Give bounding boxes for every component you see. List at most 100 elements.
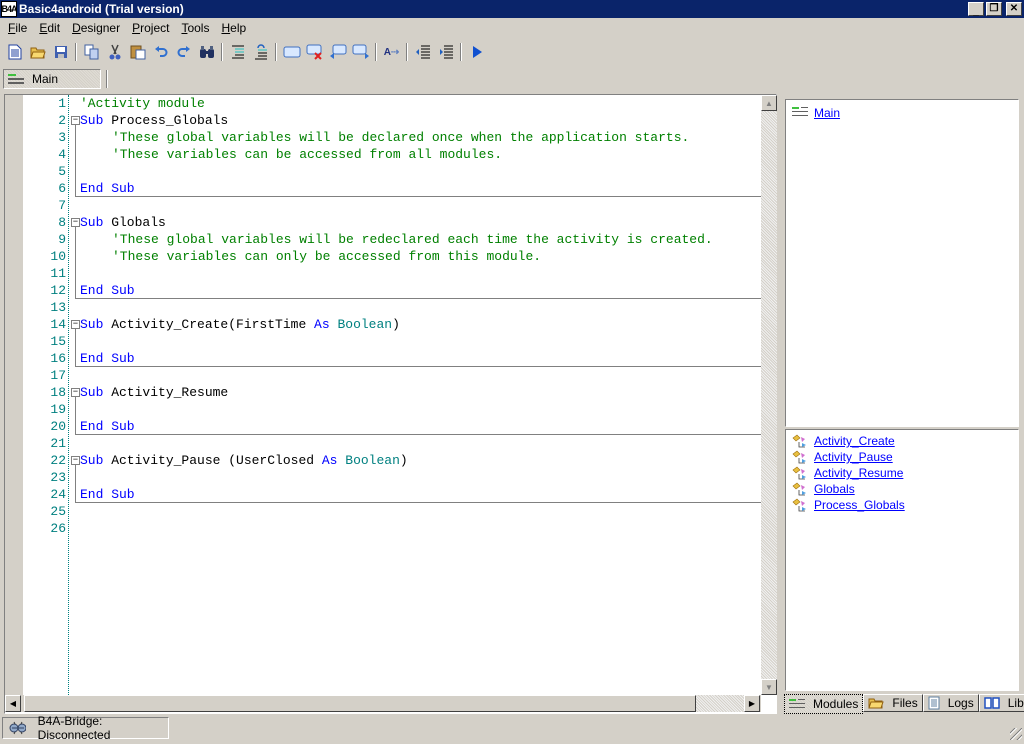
- autocomplete-button[interactable]: A⇢: [380, 41, 403, 63]
- code-line[interactable]: 'These variables can be accessed from al…: [112, 146, 502, 163]
- arrow-left-icon: ◀: [9, 699, 17, 708]
- menu-tools[interactable]: Tools: [175, 21, 215, 35]
- comment-button[interactable]: [226, 41, 249, 63]
- sub-separator: [75, 502, 761, 503]
- horizontal-scroll-thumb[interactable]: [24, 695, 696, 712]
- code-line[interactable]: End Sub: [80, 282, 135, 299]
- code-editor[interactable]: 1 2 3 4 5 6 7 8 9 10 11 12 13 14 15 16 17 18 19 20 21 22 23 24 2…: [4, 94, 777, 714]
- code-line[interactable]: End Sub: [80, 486, 135, 503]
- minimize-button[interactable]: _: [968, 2, 984, 16]
- run-icon: [472, 46, 482, 58]
- menu-designer[interactable]: Designer: [66, 21, 126, 35]
- code-line[interactable]: End Sub: [80, 180, 135, 197]
- code-line[interactable]: Sub Activity_Pause (UserClosed As Boolea…: [80, 452, 408, 469]
- menu-file[interactable]: File: [2, 21, 33, 35]
- tab-modules[interactable]: Modules: [784, 694, 864, 714]
- code-line[interactable]: 'These global variables will be redeclar…: [112, 231, 713, 248]
- line-number: 26: [50, 521, 66, 536]
- sub-link[interactable]: Activity_Create: [814, 434, 895, 448]
- log-icon: [928, 696, 940, 710]
- fold-line: [75, 227, 76, 299]
- bookmark-button[interactable]: [280, 41, 303, 63]
- horizontal-scroll-track[interactable]: [696, 695, 744, 712]
- code-line[interactable]: 'These variables can only be accessed fr…: [112, 248, 541, 265]
- code-line[interactable]: End Sub: [80, 350, 135, 367]
- book-icon: [983, 697, 1000, 709]
- paste-button[interactable]: [126, 41, 149, 63]
- remove-bookmark-button[interactable]: [303, 41, 326, 63]
- scroll-down-button[interactable]: ▼: [761, 679, 777, 695]
- scroll-right-button[interactable]: ▶: [744, 695, 760, 712]
- fold-line: [75, 329, 76, 367]
- module-link[interactable]: Main: [814, 106, 840, 120]
- menu-edit[interactable]: Edit: [33, 21, 66, 35]
- line-numbers: 1 2 3 4 5 6 7 8 9 10 11 12 13 14 15 16 17 18 19 20 21 22 23 24 2…: [23, 95, 69, 695]
- code-line[interactable]: Sub Globals: [80, 214, 166, 231]
- code-area[interactable]: 'Activity module Sub Process_Globals − 'The…: [69, 95, 761, 695]
- toolbar-separator: [275, 43, 277, 61]
- tab-label: Files: [892, 696, 918, 710]
- line-number: 12: [50, 283, 66, 298]
- indent-button[interactable]: [434, 41, 457, 63]
- code-line[interactable]: End Sub: [80, 418, 135, 435]
- undo-button[interactable]: [149, 41, 172, 63]
- sub-link[interactable]: Activity_Pause: [814, 450, 893, 464]
- sub-separator: [75, 196, 761, 197]
- previous-bookmark-button[interactable]: [326, 41, 349, 63]
- module-list-item[interactable]: Main: [786, 105, 1018, 121]
- keyword: End Sub: [80, 181, 135, 196]
- save-button[interactable]: [49, 41, 72, 63]
- code-line[interactable]: Sub Activity_Resume: [80, 384, 228, 401]
- horizontal-scrollbar[interactable]: ◀ ▶: [5, 695, 761, 712]
- tab-logs[interactable]: Logs: [922, 694, 979, 712]
- next-bookmark-button[interactable]: [349, 41, 372, 63]
- tab-libs[interactable]: Libs: [978, 694, 1024, 712]
- menu-help[interactable]: Help: [215, 21, 252, 35]
- sub-link[interactable]: Process_Globals: [814, 498, 905, 512]
- sub-list-item[interactable]: Activity_Create: [786, 433, 1018, 449]
- line-number: 4: [58, 147, 66, 162]
- collapse-icon[interactable]: −: [71, 320, 80, 329]
- menu-project[interactable]: Project: [126, 21, 175, 35]
- scroll-left-button[interactable]: ◀: [5, 695, 21, 712]
- sub-list-item[interactable]: Activity_Resume: [786, 465, 1018, 481]
- collapse-icon[interactable]: −: [71, 456, 80, 465]
- run-button[interactable]: [465, 41, 488, 63]
- collapse-icon[interactable]: −: [71, 218, 80, 227]
- fold-line: [75, 465, 76, 503]
- sub-link[interactable]: Activity_Resume: [814, 466, 903, 480]
- collapse-icon[interactable]: −: [71, 116, 80, 125]
- copy-button[interactable]: [80, 41, 103, 63]
- code-line[interactable]: Sub Process_Globals: [80, 112, 228, 129]
- sub-list-item[interactable]: Globals: [786, 481, 1018, 497]
- sub-link[interactable]: Globals: [814, 482, 855, 496]
- vertical-scrollbar[interactable]: ▲ ▼: [761, 95, 777, 695]
- code-line[interactable]: 'Activity module: [80, 95, 205, 112]
- sub-list-item[interactable]: Process_Globals: [786, 497, 1018, 513]
- folder-icon: [868, 697, 885, 709]
- module-tab-main[interactable]: Main: [3, 69, 101, 89]
- close-button[interactable]: ✕: [1006, 2, 1022, 16]
- collapse-icon[interactable]: −: [71, 388, 80, 397]
- tab-files[interactable]: Files: [863, 694, 923, 712]
- fold-line: [75, 397, 76, 435]
- resize-grip[interactable]: [1010, 728, 1022, 740]
- redo-button[interactable]: [172, 41, 195, 63]
- open-button[interactable]: [26, 41, 49, 63]
- new-file-button[interactable]: [3, 41, 26, 63]
- toolbar-separator: [460, 43, 462, 61]
- restore-button[interactable]: ❐: [986, 2, 1002, 16]
- type-name: Boolean: [337, 317, 393, 332]
- code-line[interactable]: Sub Activity_Create(FirstTime As Boolean…: [80, 316, 400, 333]
- sub-method-icon: [792, 434, 808, 448]
- uncomment-button[interactable]: [249, 41, 272, 63]
- outdent-button[interactable]: [411, 41, 434, 63]
- cut-button[interactable]: [103, 41, 126, 63]
- find-button[interactable]: [195, 41, 218, 63]
- sub-list-item[interactable]: Activity_Pause: [786, 449, 1018, 465]
- code-line[interactable]: 'These global variables will be declared…: [112, 129, 689, 146]
- keyword: End Sub: [80, 351, 135, 366]
- keyword: As: [321, 453, 338, 468]
- scroll-up-button[interactable]: ▲: [761, 95, 777, 111]
- tab-label: Modules: [813, 697, 859, 711]
